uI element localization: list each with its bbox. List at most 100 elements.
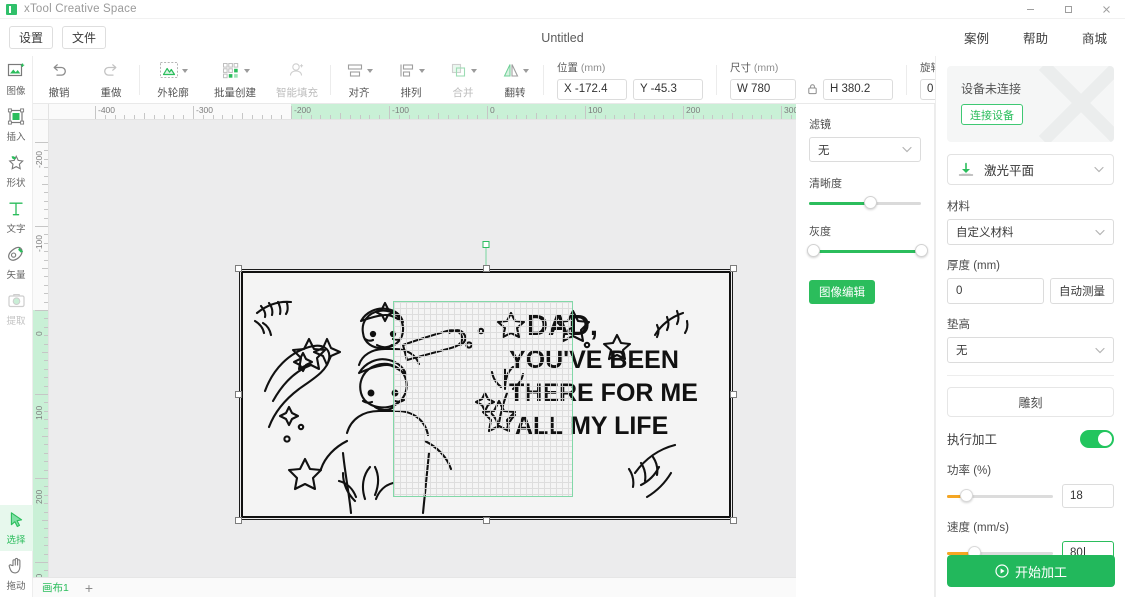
smart-fill-label: 智能填充 — [276, 86, 318, 99]
smart-fill-button[interactable]: 智能填充 — [266, 57, 328, 103]
position-x-input[interactable]: X -172.4 — [557, 78, 627, 100]
ruler-label: 300 — [784, 105, 796, 115]
image-edit-button[interactable]: 图像编辑 — [809, 280, 875, 304]
lock-icon[interactable] — [807, 83, 818, 95]
start-processing-button[interactable]: 开始加工 — [947, 555, 1115, 587]
arrange-button[interactable]: 排列 — [385, 57, 437, 103]
position-group: 位置 (mm) X -172.4 Y -45.3 — [546, 56, 714, 104]
sidebar-item-pan[interactable]: 拖动 — [0, 551, 33, 597]
connect-device-button[interactable]: 连接设备 — [961, 104, 1023, 125]
ruler-minor-tick — [232, 115, 234, 119]
ruler-minor-tick — [340, 113, 341, 119]
resize-handle-n[interactable] — [482, 265, 490, 272]
size-width-input[interactable]: W 780 — [730, 78, 796, 100]
sharpness-slider[interactable] — [809, 196, 921, 210]
chevron-down-icon[interactable] — [366, 68, 373, 73]
ruler-minor-tick — [761, 115, 763, 119]
vertical-ruler[interactable]: -200-1000100200300400 — [33, 120, 49, 577]
sidebar-item-image[interactable]: 图像 — [0, 56, 33, 102]
minimize-icon[interactable] — [1011, 0, 1049, 19]
filter-select[interactable]: 无 — [809, 137, 921, 162]
selection-box[interactable] — [235, 241, 737, 524]
ruler-minor-tick — [242, 113, 243, 119]
device-settings: 激光平面 材料 自定义材料 厚度 (mm) 0 自动测量 垫高 无 雕刻 执行加… — [936, 142, 1125, 565]
outline-button[interactable]: 外轮廓 — [142, 57, 204, 103]
sidebar-item-insert[interactable]: 插入 — [0, 102, 33, 148]
sidebar-item-shape[interactable]: 形状 — [0, 148, 33, 194]
toolbar-divider — [716, 64, 717, 95]
restore-icon[interactable] — [1049, 0, 1087, 19]
sidebar-item-text[interactable]: 文字 — [0, 194, 33, 240]
auto-measure-button[interactable]: 自动测量 — [1050, 278, 1114, 304]
undo-icon — [50, 60, 68, 82]
ruler-minor-tick — [438, 113, 439, 119]
process-mode-tab[interactable]: 雕刻 — [947, 387, 1114, 417]
ruler-minor-tick — [653, 115, 655, 119]
size-height-input[interactable]: H 380.2 — [823, 78, 893, 100]
ruler-minor-tick — [44, 318, 48, 320]
position-fields: X -172.4 Y -45.3 — [557, 78, 703, 100]
undo-button[interactable]: 撤销 — [33, 57, 85, 103]
align-button[interactable]: 对齐 — [333, 57, 385, 103]
menu-link-cases[interactable]: 案例 — [964, 28, 989, 47]
rotate-handle[interactable] — [482, 241, 490, 248]
canvas-area[interactable]: -400-300-200-1000100200300400500600700 -… — [33, 104, 796, 577]
grayscale-knob-max[interactable] — [914, 244, 928, 257]
canvas-tab[interactable]: 画布1 — [33, 580, 78, 595]
device-mode-select[interactable]: 激光平面 — [947, 154, 1114, 185]
batch-create-button[interactable]: 批量创建 — [204, 57, 266, 103]
power-input[interactable]: 18 — [1062, 484, 1114, 508]
add-canvas-button[interactable]: + — [78, 580, 100, 596]
ruler-minor-tick — [173, 115, 175, 119]
ruler-label: 200 — [686, 105, 701, 115]
menu-link-store[interactable]: 商城 — [1082, 28, 1107, 47]
power-knob[interactable] — [959, 489, 973, 502]
chevron-down-icon[interactable] — [522, 68, 529, 73]
sharpness-knob[interactable] — [864, 196, 878, 209]
resize-handle-se[interactable] — [730, 517, 737, 524]
close-icon[interactable] — [1087, 0, 1125, 19]
merge-button[interactable]: 合并 — [437, 57, 489, 103]
settings-button[interactable]: 设置 — [9, 26, 54, 49]
ruler-minor-tick — [44, 293, 48, 295]
sidebar-item-select[interactable]: 选择 — [0, 505, 33, 551]
resize-handle-s[interactable] — [482, 517, 490, 524]
riser-select[interactable]: 无 — [947, 337, 1114, 363]
flip-button[interactable]: 翻转 — [489, 57, 541, 103]
chevron-down-icon[interactable] — [470, 68, 477, 73]
resize-handle-nw[interactable] — [235, 265, 242, 272]
panel-divider — [947, 375, 1114, 376]
horizontal-ruler[interactable]: -400-300-200-1000100200300400500600700 — [33, 104, 796, 120]
ruler-tick — [585, 106, 586, 119]
chevron-down-icon[interactable] — [243, 68, 250, 73]
redo-button[interactable]: 重做 — [85, 57, 137, 103]
ruler-label: -100 — [34, 234, 44, 252]
ruler-minor-tick — [44, 570, 48, 572]
resize-handle-sw[interactable] — [235, 517, 242, 524]
menu-link-help[interactable]: 帮助 — [1023, 28, 1048, 47]
grayscale-slider[interactable] — [807, 244, 928, 258]
chevron-down-icon[interactable] — [418, 68, 425, 73]
ruler-minor-tick — [467, 115, 469, 119]
chevron-down-icon[interactable] — [181, 68, 188, 73]
sidebar-item-label: 提取 — [6, 316, 26, 327]
resize-handle-e[interactable] — [730, 391, 737, 398]
canvas-board[interactable]: DAD, YOU'VE BEEN THERE FOR ME ALL MY LIF… — [49, 120, 796, 577]
thickness-input[interactable]: 0 — [947, 278, 1044, 304]
power-slider[interactable] — [947, 489, 1053, 503]
material-select[interactable]: 自定义材料 — [947, 219, 1114, 245]
ruler-label: -400 — [98, 105, 116, 115]
device-placeholder-icon — [1038, 66, 1114, 142]
ruler-minor-tick — [477, 115, 479, 119]
sidebar-item-vector[interactable]: 矢量 — [0, 240, 33, 286]
resize-handle-ne[interactable] — [730, 265, 737, 272]
ruler-minor-tick — [134, 115, 136, 119]
xtool-logo-icon — [6, 3, 17, 15]
file-button[interactable]: 文件 — [62, 26, 107, 49]
ruler-minor-tick — [771, 115, 773, 119]
grayscale-knob-min[interactable] — [807, 244, 820, 257]
position-y-input[interactable]: Y -45.3 — [633, 78, 703, 100]
resize-handle-w[interactable] — [235, 391, 242, 398]
execute-toggle[interactable] — [1080, 429, 1114, 448]
sidebar-item-extract[interactable]: 提取 — [0, 286, 33, 332]
